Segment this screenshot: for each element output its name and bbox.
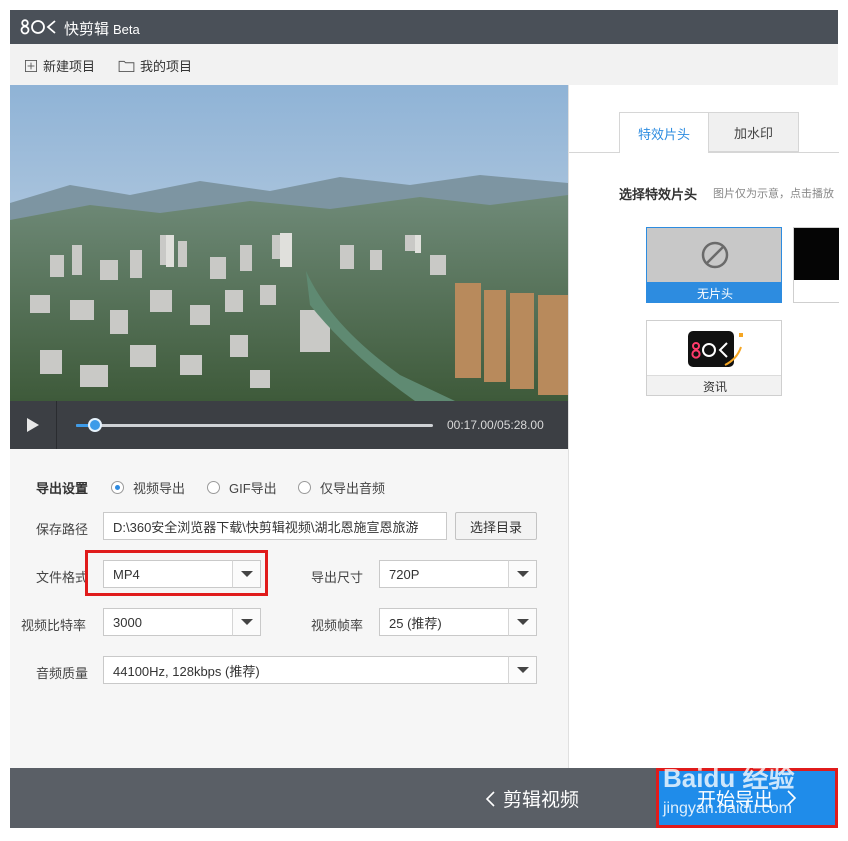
back-to-edit-button[interactable]: 剪辑视频 bbox=[485, 785, 579, 812]
section-hint: 图片仅为示意，点击播放 bbox=[713, 188, 834, 200]
chevron-down-icon bbox=[516, 619, 529, 625]
radio-label: 视频导出 bbox=[133, 481, 186, 496]
app-logo-icon bbox=[20, 19, 56, 35]
highlight-box-format bbox=[85, 550, 268, 596]
title-bar: 快剪辑 Beta bbox=[10, 10, 838, 44]
app-title: 快剪辑 Beta bbox=[64, 18, 140, 39]
intro-effects-panel: 特效片头 加水印 选择特效片头 图片仅为示意，点击播放 无片头 资讯 bbox=[568, 85, 839, 768]
play-button[interactable] bbox=[10, 401, 57, 449]
radio-label: 仅导出音频 bbox=[320, 481, 386, 496]
video-framerate-label: 视频帧率 bbox=[311, 618, 364, 633]
audio-quality-dropdown-arrow[interactable] bbox=[508, 656, 537, 684]
chevron-down-icon bbox=[516, 667, 529, 673]
save-path-label: 保存路径 bbox=[36, 522, 89, 537]
chevron-left-icon bbox=[485, 790, 495, 807]
new-project-button[interactable]: 新建项目 bbox=[24, 56, 95, 75]
card-thumbnail bbox=[647, 321, 781, 375]
export-size-select[interactable]: 720P bbox=[379, 560, 509, 588]
video-frame-image bbox=[10, 85, 568, 401]
radio-button[interactable] bbox=[298, 481, 311, 494]
radio-button[interactable] bbox=[207, 481, 220, 494]
folder-icon bbox=[118, 60, 135, 72]
bottom-bar: 剪辑视频 开始导出 bbox=[10, 768, 838, 828]
export-settings-panel: 导出设置 视频导出 GIF导出 仅导出音频 保存路径 D:\360安全浏览器下载… bbox=[10, 449, 568, 768]
no-symbol-icon bbox=[701, 241, 729, 269]
progress-handle[interactable] bbox=[88, 418, 102, 432]
card-label: 资讯 bbox=[647, 375, 781, 395]
video-bitrate-input[interactable]: 3000 bbox=[103, 608, 233, 636]
card-label: 无片头 bbox=[647, 282, 781, 302]
chevron-down-icon bbox=[240, 619, 253, 625]
radio-label: GIF导出 bbox=[229, 481, 277, 496]
radio-video-export[interactable]: 视频导出 bbox=[111, 478, 185, 497]
video-preview[interactable] bbox=[10, 85, 568, 401]
tab-watermark[interactable]: 加水印 bbox=[709, 112, 799, 152]
play-icon bbox=[27, 418, 39, 432]
card-thumbnail bbox=[794, 228, 839, 280]
save-path-input[interactable]: D:\360安全浏览器下载\快剪辑视频\湖北恩施宣恩旅游 bbox=[103, 512, 447, 540]
video-bitrate-dropdown-arrow[interactable] bbox=[232, 608, 261, 636]
my-projects-label: 我的项目 bbox=[140, 59, 193, 74]
section-title: 选择特效片头 bbox=[619, 187, 698, 202]
radio-button[interactable] bbox=[111, 481, 124, 494]
progress-track[interactable] bbox=[76, 424, 433, 427]
intro-card-partial[interactable] bbox=[793, 227, 839, 303]
tab-intro-effects[interactable]: 特效片头 bbox=[619, 112, 709, 153]
file-format-label: 文件格式 bbox=[36, 570, 89, 585]
player-controls: 00:17.00/05:28.00 bbox=[10, 401, 568, 449]
new-project-label: 新建项目 bbox=[43, 59, 96, 74]
beta-label: Beta bbox=[113, 22, 140, 37]
my-projects-button[interactable]: 我的项目 bbox=[118, 56, 192, 75]
audio-quality-label: 音频质量 bbox=[36, 666, 89, 681]
choose-directory-button[interactable]: 选择目录 bbox=[455, 512, 537, 540]
export-size-dropdown-arrow[interactable] bbox=[508, 560, 537, 588]
toolbar: 新建项目 我的项目 bbox=[10, 44, 838, 86]
back-to-edit-label: 剪辑视频 bbox=[503, 790, 580, 811]
export-settings-label: 导出设置 bbox=[36, 481, 89, 496]
export-size-label: 导出尺寸 bbox=[311, 570, 364, 585]
intro-card-news[interactable]: 资讯 bbox=[646, 320, 782, 396]
app-name: 快剪辑 bbox=[64, 21, 110, 38]
intro-card-none[interactable]: 无片头 bbox=[646, 227, 782, 303]
highlight-box-export bbox=[656, 768, 838, 828]
radio-audio-only[interactable]: 仅导出音频 bbox=[298, 478, 385, 497]
radio-gif-export[interactable]: GIF导出 bbox=[207, 478, 277, 497]
playback-time: 00:17.00/05:28.00 bbox=[447, 418, 544, 432]
video-bitrate-label: 视频比特率 bbox=[21, 618, 87, 633]
chevron-down-icon bbox=[516, 571, 529, 577]
plus-box-icon bbox=[25, 59, 37, 72]
brand-logo-icon bbox=[688, 331, 743, 367]
card-thumbnail bbox=[647, 228, 781, 282]
video-framerate-select[interactable]: 25 (推荐) bbox=[379, 608, 509, 636]
audio-quality-select[interactable]: 44100Hz, 128kbps (推荐) bbox=[103, 656, 509, 684]
video-framerate-dropdown-arrow[interactable] bbox=[508, 608, 537, 636]
